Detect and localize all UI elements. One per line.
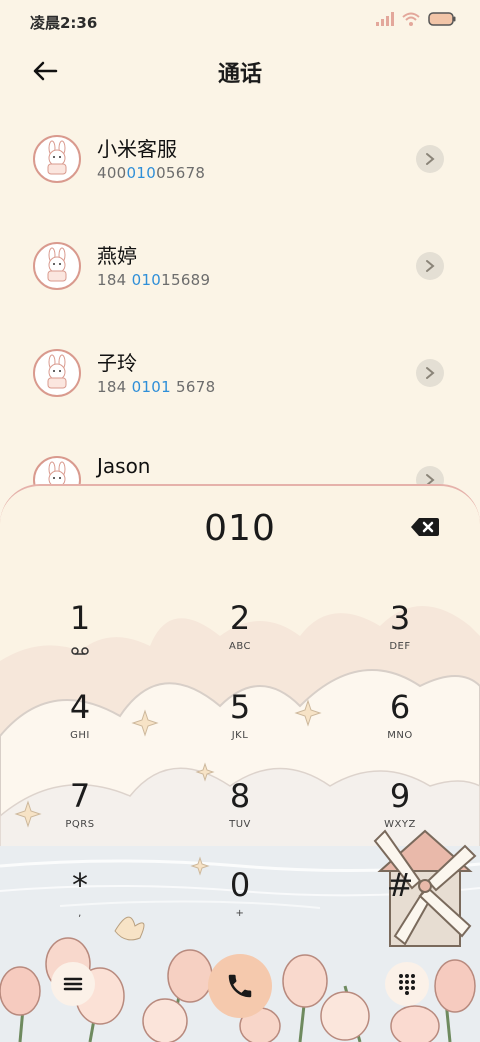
dialed-number-display: 010 — [204, 508, 276, 549]
key-8[interactable]: 8 TUV — [175, 777, 305, 857]
key-digit: 0 — [229, 866, 251, 904]
key-digit: 4 — [69, 688, 91, 726]
contact-detail-button[interactable] — [416, 145, 444, 173]
contact-name: 燕婷 — [97, 244, 137, 268]
menu-button[interactable] — [51, 962, 95, 1006]
contact-item[interactable]: 小米客服 40001005678 — [0, 100, 480, 207]
bunny-avatar-icon — [47, 140, 67, 175]
key-digit: 8 — [229, 777, 251, 815]
contact-list: 小米客服 40001005678 燕婷 184 01015689 子玲 184 … — [0, 100, 480, 528]
page-title: 通话 — [217, 62, 262, 87]
key-2[interactable]: 2 ABC — [175, 599, 305, 679]
keypad-icon — [399, 974, 415, 995]
call-button[interactable] — [208, 954, 272, 1018]
key-letters: DEF — [389, 641, 411, 652]
key-hash[interactable]: # — [335, 866, 465, 946]
key-digit: 2 — [229, 599, 251, 637]
key-3[interactable]: 3 DEF — [335, 599, 465, 679]
key-letters: PQRS — [65, 819, 95, 830]
status-time: 凌晨2:36 — [30, 14, 98, 32]
header: 通话 — [0, 44, 480, 100]
key-letters: WXYZ — [384, 819, 416, 830]
dialer-panel: 010 1 2 ABC 3 DEF 4 GHI 5 JKL 6 MNO 7 PQ… — [0, 484, 480, 1042]
key-star[interactable]: * , — [15, 866, 145, 946]
menu-icon — [63, 977, 83, 991]
backspace-icon — [411, 518, 439, 536]
contact-item[interactable]: 子玲 184 0101 5678 — [0, 314, 480, 421]
battery-icon — [428, 12, 456, 26]
key-1[interactable]: 1 — [15, 599, 145, 679]
key-digit: * — [72, 866, 88, 904]
key-digit: 7 — [69, 777, 91, 815]
contact-detail-button[interactable] — [416, 359, 444, 387]
status-icons — [376, 12, 456, 26]
avatar — [33, 242, 81, 290]
key-4[interactable]: 4 GHI — [15, 688, 145, 768]
phone-icon — [228, 974, 252, 998]
voicemail-icon — [15, 641, 145, 655]
key-0[interactable]: 0 + — [175, 866, 305, 946]
key-letters: TUV — [229, 819, 251, 830]
key-9[interactable]: 9 WXYZ — [335, 777, 465, 857]
contact-detail-button[interactable] — [416, 252, 444, 280]
avatar — [33, 135, 81, 183]
key-7[interactable]: 7 PQRS — [15, 777, 145, 857]
key-digit: 3 — [389, 599, 411, 637]
signal-icon — [376, 12, 394, 26]
key-digit: 6 — [389, 688, 411, 726]
key-6[interactable]: 6 MNO — [335, 688, 465, 768]
backspace-button[interactable] — [410, 516, 440, 538]
key-letters: + — [235, 908, 245, 919]
bunny-avatar-icon — [47, 247, 67, 282]
key-digit: 9 — [389, 777, 411, 815]
wifi-icon — [402, 12, 420, 26]
avatar — [33, 349, 81, 397]
contact-name: 子玲 — [97, 351, 137, 375]
key-digit: 5 — [229, 688, 251, 726]
bunny-avatar-icon — [47, 354, 67, 389]
contact-number: 184 01015689 — [97, 271, 211, 289]
key-letters: ABC — [228, 641, 251, 652]
contact-name: Jason — [97, 454, 151, 478]
contact-number: 184 0101 5678 — [97, 378, 216, 396]
chevron-right-icon — [426, 153, 435, 165]
contact-name: 小米客服 — [97, 137, 177, 161]
key-letters: MNO — [387, 730, 413, 741]
contact-item[interactable]: 燕婷 184 01015689 — [0, 207, 480, 314]
chevron-right-icon — [426, 367, 435, 379]
status-bar: 凌晨2:36 — [0, 0, 480, 44]
key-letters: GHI — [70, 730, 90, 741]
key-letters: , — [78, 908, 82, 919]
key-digit: 1 — [69, 599, 91, 637]
keypad-toggle-button[interactable] — [385, 962, 429, 1006]
chevron-right-icon — [426, 260, 435, 272]
key-letters: JKL — [231, 730, 249, 741]
key-digit: # — [386, 866, 414, 904]
key-5[interactable]: 5 JKL — [175, 688, 305, 768]
contact-number: 40001005678 — [97, 164, 206, 182]
